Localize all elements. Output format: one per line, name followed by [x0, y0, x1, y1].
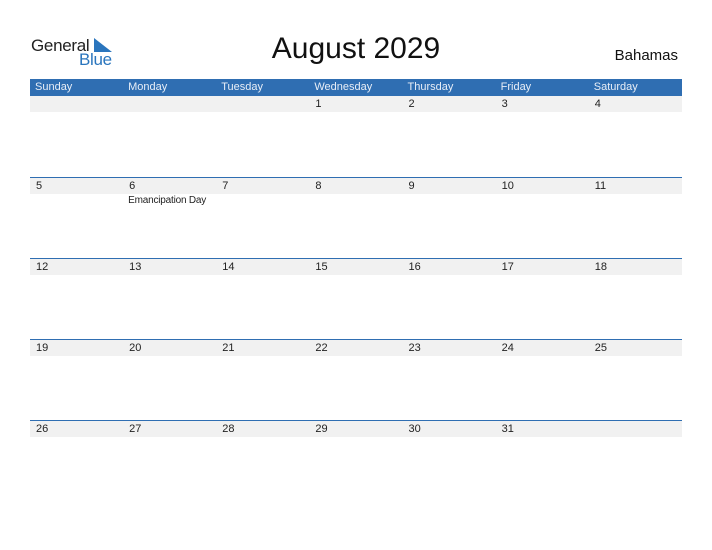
day-number: 9 — [408, 180, 415, 192]
day-number: 30 — [408, 423, 421, 435]
day-number — [123, 96, 216, 112]
day-number: 17 — [501, 261, 514, 273]
day-number: 19 — [36, 342, 49, 354]
week-row: 5 6 7 8 9 10 11 Emancipation Day — [30, 177, 682, 258]
day-number: 23 — [408, 342, 421, 354]
day-number: 16 — [408, 261, 421, 273]
day-number: 20 — [129, 342, 142, 354]
holiday-event — [496, 194, 589, 208]
week-row: 12 13 14 15 16 17 18 — [30, 258, 682, 339]
date-strip: 1 2 3 4 — [30, 96, 682, 112]
date-strip: 12 13 14 15 16 17 18 — [30, 259, 682, 275]
day-number: 12 — [36, 261, 49, 273]
day-number: 2 — [408, 98, 415, 110]
day-number: 14 — [222, 261, 235, 273]
day-number: 15 — [315, 261, 328, 273]
day-number — [216, 96, 309, 112]
weekday-header: Sunday Monday Tuesday Wednesday Thursday… — [30, 79, 682, 96]
day-number: 22 — [315, 342, 328, 354]
day-number: 1 — [315, 98, 322, 110]
day-number: 27 — [129, 423, 142, 435]
day-number — [30, 96, 123, 112]
day-number: 11 — [594, 180, 607, 192]
weekday-wednesday: Wednesday — [314, 81, 373, 93]
day-number — [589, 421, 682, 437]
day-number: 4 — [594, 98, 601, 110]
day-number: 5 — [36, 180, 43, 192]
weekday-tuesday: Tuesday — [221, 81, 264, 93]
day-number: 18 — [594, 261, 607, 273]
day-number: 28 — [222, 423, 235, 435]
calendar-grid: Sunday Monday Tuesday Wednesday Thursday… — [30, 79, 682, 501]
day-number: 26 — [36, 423, 49, 435]
day-number: 21 — [222, 342, 235, 354]
weekday-thursday: Thursday — [407, 81, 454, 93]
week-row: 1 2 3 4 — [30, 96, 682, 177]
day-number: 24 — [501, 342, 514, 354]
day-number: 6 — [129, 180, 136, 192]
weekday-friday: Friday — [500, 81, 532, 93]
weekday-sunday: Sunday — [35, 81, 73, 93]
day-number: 13 — [129, 261, 142, 273]
week-row: 26 27 28 29 30 31 — [30, 420, 682, 501]
day-number: 8 — [315, 180, 322, 192]
day-number: 10 — [501, 180, 514, 192]
calendar-title: August 2029 — [271, 32, 441, 65]
day-number: 29 — [315, 423, 328, 435]
country-label: Bahamas — [614, 47, 678, 64]
date-strip: 5 6 7 8 9 10 11 — [30, 178, 682, 194]
holiday-event — [309, 194, 402, 208]
day-number: 7 — [222, 180, 229, 192]
day-number: 3 — [501, 98, 508, 110]
weeks-container: 1 2 3 4 5 6 7 8 9 10 11 Emancipation Day 12 13 14 15 16 1… — [30, 96, 682, 501]
date-strip: 19 20 21 22 23 24 25 — [30, 340, 682, 356]
day-number: 25 — [594, 342, 607, 354]
holiday-event — [216, 194, 309, 208]
holiday-event — [30, 194, 123, 208]
week-row: 19 20 21 22 23 24 25 — [30, 339, 682, 420]
holiday-event — [403, 194, 496, 208]
weekday-monday: Monday — [128, 81, 168, 93]
event-row: Emancipation Day — [30, 194, 682, 208]
date-strip: 26 27 28 29 30 31 — [30, 421, 682, 437]
holiday-event: Emancipation Day — [128, 195, 207, 206]
holiday-event — [589, 194, 682, 208]
weekday-saturday: Saturday — [593, 81, 638, 93]
day-number: 31 — [501, 423, 514, 435]
